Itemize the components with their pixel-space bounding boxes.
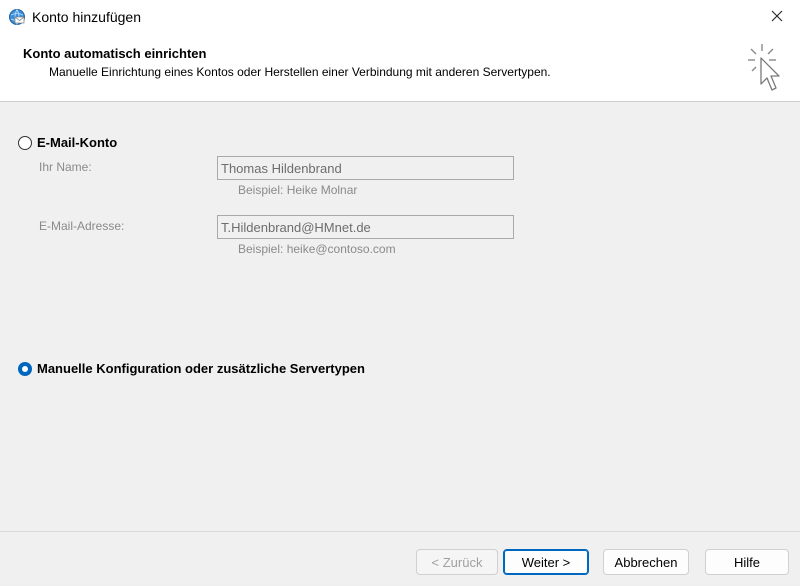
cancel-button[interactable]: Abbrechen — [603, 549, 689, 575]
email-input[interactable] — [217, 215, 514, 239]
manual-configuration-label[interactable]: Manuelle Konfiguration oder zusätzliche … — [37, 361, 365, 376]
radio-email-account[interactable] — [18, 136, 32, 150]
footer-divider — [0, 531, 800, 532]
window-title: Konto hinzufügen — [32, 9, 141, 25]
header-title: Konto automatisch einrichten — [23, 46, 207, 61]
help-button[interactable]: Hilfe — [705, 549, 789, 575]
title-bar: Konto hinzufügen — [0, 0, 800, 34]
name-field-label: Ihr Name: — [39, 160, 92, 174]
name-input[interactable] — [217, 156, 514, 180]
back-button[interactable]: < Zurück — [416, 549, 498, 575]
globe-mail-icon — [9, 9, 25, 25]
email-field-label: E-Mail-Adresse: — [39, 219, 125, 233]
cursor-click-icon — [748, 44, 780, 91]
close-button[interactable] — [754, 0, 800, 32]
email-hint: Beispiel: heike@contoso.com — [238, 242, 396, 256]
email-account-label[interactable]: E-Mail-Konto — [37, 135, 117, 150]
next-button[interactable]: Weiter > — [503, 549, 589, 575]
name-hint: Beispiel: Heike Molnar — [238, 183, 358, 197]
close-icon — [771, 10, 783, 22]
wizard-header: Konto automatisch einrichten Manuelle Ei… — [0, 34, 800, 102]
header-subtitle: Manuelle Einrichtung eines Kontos oder H… — [49, 65, 551, 79]
radio-manual-configuration[interactable] — [18, 362, 32, 376]
